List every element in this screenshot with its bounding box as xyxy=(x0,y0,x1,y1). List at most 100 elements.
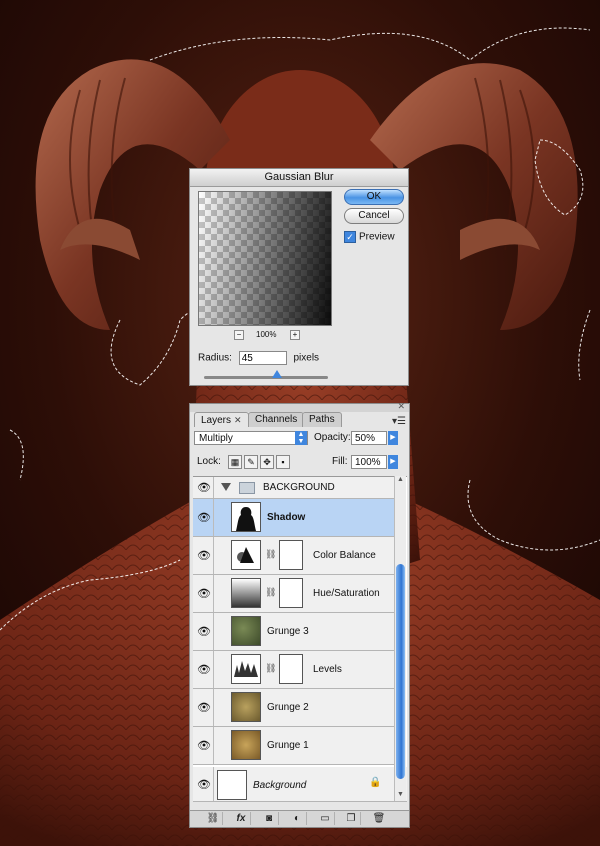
new-group-folder-icon[interactable]: ▭ xyxy=(316,812,335,825)
layer-row-color-balance[interactable]: 👁 ⛓ Color Balance xyxy=(193,537,394,575)
blend-mode-value: Multiply xyxy=(199,433,233,444)
opacity-arrow-icon[interactable]: ▶ xyxy=(388,431,398,445)
layer-row-grunge-1[interactable]: 👁 Grunge 1 xyxy=(193,727,394,765)
visibility-eye-icon[interactable]: 👁 xyxy=(195,499,214,536)
chevron-updown-icon[interactable]: ▲ ▼ xyxy=(295,431,307,445)
layer-row-hue-saturation[interactable]: 👁 ⛓ Hue/Saturation xyxy=(193,575,394,613)
layer-name: Background xyxy=(253,780,307,791)
preview-label: Preview xyxy=(359,231,395,243)
visibility-eye-icon[interactable]: 👁 xyxy=(195,767,214,801)
preview-checkbox-row[interactable]: ✓ Preview xyxy=(344,231,395,243)
zoom-level: 100% xyxy=(256,330,277,339)
tab-label: Layers xyxy=(201,415,232,426)
fill-input[interactable]: 100% xyxy=(351,455,387,469)
layer-row-background[interactable]: 👁 Background 🔒 xyxy=(193,767,407,802)
tab-channels[interactable]: Channels xyxy=(248,412,305,427)
layer-thumbnail xyxy=(231,502,261,532)
layers-list: 👁 BACKGROUND 👁 Shadow 👁 ⛓ Color Balance xyxy=(193,476,407,802)
visibility-eye-icon[interactable]: 👁 xyxy=(195,613,214,650)
fill-label: Fill: xyxy=(332,456,348,467)
panel-top-strip: ✕ xyxy=(190,401,409,412)
radius-input[interactable] xyxy=(238,351,287,365)
layer-thumbnail xyxy=(231,730,261,760)
preview-checkbox[interactable]: ✓ xyxy=(344,231,356,243)
color-balance-adjustment-icon xyxy=(231,540,261,570)
group-name: BACKGROUND xyxy=(263,482,335,493)
panel-close-icon[interactable]: ✕ xyxy=(397,401,405,412)
visibility-eye-icon[interactable]: 👁 xyxy=(195,575,214,612)
radius-slider-thumb[interactable] xyxy=(272,370,282,378)
chain-link-icon[interactable]: ⛓ xyxy=(265,549,276,560)
fill-arrow-icon[interactable]: ▶ xyxy=(388,455,398,469)
layer-name: Grunge 2 xyxy=(267,702,309,713)
lock-paint-icon[interactable]: ✎ xyxy=(244,455,258,469)
visibility-eye-icon[interactable]: 👁 xyxy=(195,689,214,726)
scroll-down-icon[interactable]: ▼ xyxy=(395,791,406,801)
layer-mask-thumbnail[interactable] xyxy=(279,578,303,608)
adjustment-layer-icon[interactable]: ◐ xyxy=(288,812,307,825)
layer-mask-thumbnail[interactable] xyxy=(279,540,303,570)
fx-icon[interactable]: fx xyxy=(232,812,251,825)
chain-link-icon[interactable]: ⛓ xyxy=(265,587,276,598)
radius-label: Radius: xyxy=(198,352,232,364)
layer-name: Shadow xyxy=(267,512,306,523)
zoom-out-button[interactable]: − xyxy=(234,330,244,340)
gaussian-blur-dialog: Gaussian Blur − 100% + OK Cancel ✓ Previe… xyxy=(189,168,409,386)
opacity-label: Opacity: xyxy=(314,432,351,443)
lock-transparency-icon[interactable]: ▦ xyxy=(228,455,242,469)
scroll-up-icon[interactable]: ▲ xyxy=(395,476,406,486)
tab-paths[interactable]: Paths xyxy=(302,412,342,427)
radius-slider-track[interactable] xyxy=(204,376,328,379)
link-layers-icon[interactable]: ⛓ xyxy=(204,812,223,825)
layer-row-grunge-3[interactable]: 👁 Grunge 3 xyxy=(193,613,394,651)
layer-name: Grunge 3 xyxy=(267,626,309,637)
layer-row-shadow[interactable]: 👁 Shadow xyxy=(193,499,394,537)
panel-tabs: Layers ✕ Channels Paths xyxy=(190,412,409,427)
layer-name: Hue/Saturation xyxy=(313,588,380,599)
layers-footer-toolbar: ⛓ fx ◙ ◐ ▭ ❐ 🗑 xyxy=(190,810,409,827)
visibility-eye-icon[interactable]: 👁 xyxy=(195,537,214,574)
lock-label: Lock: xyxy=(197,456,221,467)
layers-scrollbar[interactable]: ▲ ▼ xyxy=(394,476,406,801)
add-mask-icon[interactable]: ◙ xyxy=(260,812,279,825)
cancel-button[interactable]: Cancel xyxy=(344,208,404,224)
layer-thumbnail xyxy=(217,770,247,800)
lock-position-icon[interactable]: ✥ xyxy=(260,455,274,469)
hue-saturation-adjustment-icon xyxy=(231,578,261,608)
tab-layers[interactable]: Layers ✕ xyxy=(194,412,249,427)
layer-row-levels[interactable]: 👁 ⛓ Levels xyxy=(193,651,394,689)
lock-icon: 🔒 xyxy=(369,777,382,788)
visibility-eye-icon[interactable]: 👁 xyxy=(195,727,214,764)
chain-link-icon[interactable]: ⛓ xyxy=(265,663,276,674)
preview-gradient xyxy=(199,192,331,325)
lock-all-icon[interactable]: ▪ xyxy=(276,455,290,469)
blend-mode-select[interactable]: Multiply ▲ ▼ xyxy=(194,431,308,445)
layer-name: Levels xyxy=(313,664,342,675)
panel-menu-icon[interactable]: ▾☰ xyxy=(392,416,406,427)
layer-name: Color Balance xyxy=(313,550,376,561)
dialog-title: Gaussian Blur xyxy=(190,169,408,187)
layer-mask-thumbnail[interactable] xyxy=(279,654,303,684)
radius-row: Radius: pixels xyxy=(198,351,319,365)
zoom-in-button[interactable]: + xyxy=(290,330,300,340)
radius-unit: pixels xyxy=(293,352,320,364)
expand-triangle-icon[interactable] xyxy=(221,483,231,491)
layer-group-background[interactable]: 👁 BACKGROUND xyxy=(193,477,394,499)
visibility-eye-icon[interactable]: 👁 xyxy=(195,477,214,498)
opacity-input[interactable]: 50% xyxy=(351,431,387,445)
visibility-eye-icon[interactable]: 👁 xyxy=(195,651,214,688)
folder-icon xyxy=(239,482,255,494)
lock-fill-row: Lock: ▦ ✎ ✥ ▪ Fill: 100% ▶ xyxy=(194,455,404,471)
ok-button[interactable]: OK xyxy=(344,189,404,205)
layer-name: Grunge 1 xyxy=(267,740,309,751)
layer-thumbnail xyxy=(231,616,261,646)
new-layer-icon[interactable]: ❐ xyxy=(342,812,361,825)
scrollbar-thumb[interactable] xyxy=(396,564,405,779)
layers-panel: ✕ Layers ✕ Channels Paths ▾☰ Multiply ▲ ▼ … xyxy=(189,401,410,828)
layer-thumbnail xyxy=(231,692,261,722)
blend-opacity-row: Multiply ▲ ▼ Opacity: 50% ▶ xyxy=(194,431,404,447)
trash-icon[interactable]: 🗑 xyxy=(370,812,388,825)
tab-close-icon[interactable]: ✕ xyxy=(234,415,242,425)
blur-preview-window[interactable] xyxy=(198,191,332,326)
layer-row-grunge-2[interactable]: 👁 Grunge 2 xyxy=(193,689,394,727)
